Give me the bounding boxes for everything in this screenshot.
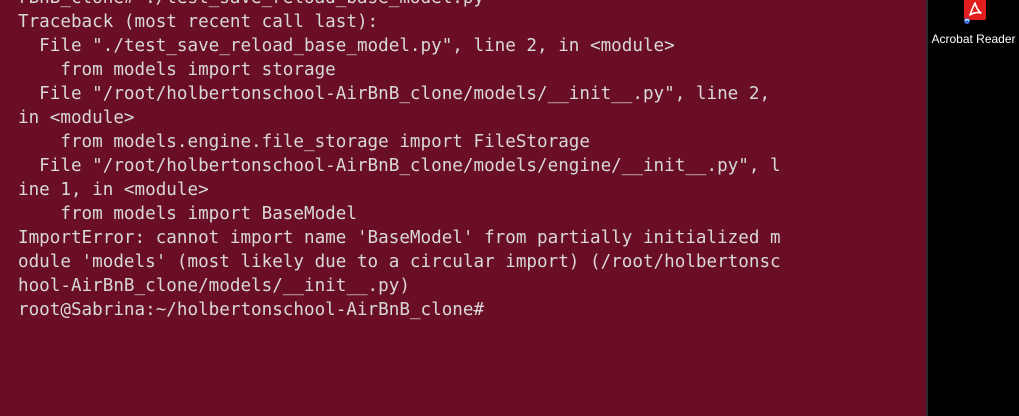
acrobat-reader-label: Acrobat Reader bbox=[931, 32, 1016, 46]
terminal-line: rBnB_clone# ./test_save_reload_base_mode… bbox=[18, 0, 781, 10]
acrobat-reader-shortcut[interactable]: Acrobat Reader bbox=[928, 0, 1019, 50]
terminal-prompt[interactable]: root@Sabrina:~/holbertonschool-AirBnB_cl… bbox=[18, 298, 781, 322]
terminal-line: odule 'models' (most likely due to a cir… bbox=[18, 252, 781, 272]
terminal-line: from models import storage bbox=[18, 60, 336, 80]
terminal-line: File "./test_save_reload_base_model.py",… bbox=[18, 36, 675, 56]
terminal-line: File "/root/holbertonschool-AirBnB_clone… bbox=[18, 84, 771, 104]
terminal-line: from models.engine.file_storage import F… bbox=[18, 132, 590, 152]
screen: rBnB_clone# ./test_save_reload_base_mode… bbox=[0, 0, 1019, 416]
terminal-line: from models import BaseModel bbox=[18, 204, 357, 224]
terminal-line: File "/root/holbertonschool-AirBnB_clone… bbox=[18, 156, 781, 176]
desktop-area: Acrobat Reader bbox=[928, 0, 1019, 416]
terminal-line: ImportError: cannot import name 'BaseMod… bbox=[18, 228, 781, 248]
terminal-line: Traceback (most recent call last): bbox=[18, 12, 379, 32]
terminal-line: ine 1, in <module> bbox=[18, 180, 209, 200]
terminal-window[interactable]: rBnB_clone# ./test_save_reload_base_mode… bbox=[0, 0, 928, 416]
terminal-output[interactable]: rBnB_clone# ./test_save_reload_base_mode… bbox=[18, 0, 781, 322]
acrobat-reader-icon bbox=[964, 0, 986, 24]
terminal-line: hool-AirBnB_clone/models/__init__.py) bbox=[18, 276, 410, 296]
terminal-line: in <module> bbox=[18, 108, 135, 128]
